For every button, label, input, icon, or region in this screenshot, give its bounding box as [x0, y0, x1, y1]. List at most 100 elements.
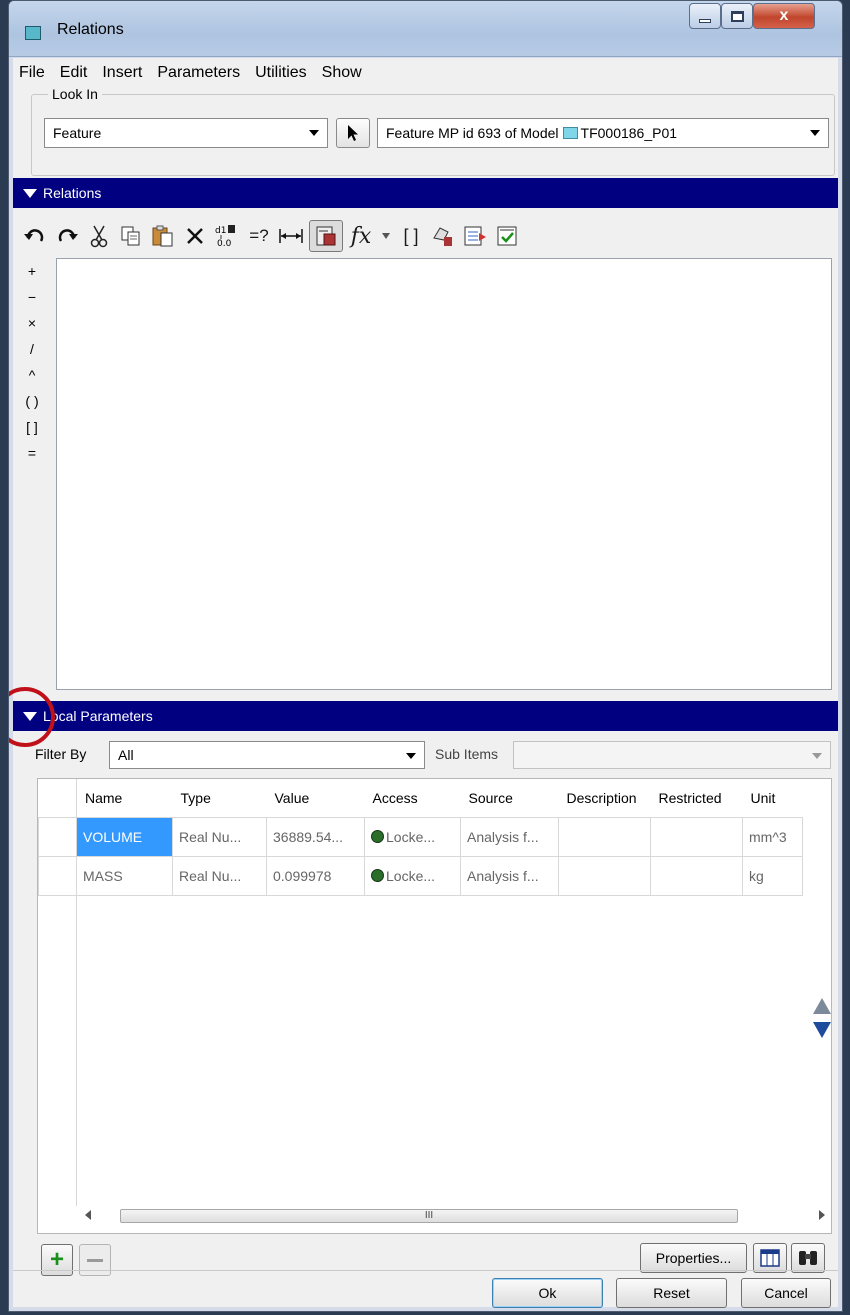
table-row[interactable]: VOLUME Real Nu... 36889.54... Locke... A…	[38, 816, 803, 857]
column-header-access[interactable]: Access	[364, 779, 461, 817]
operator-equals[interactable]: =	[13, 440, 51, 466]
add-parameter-button[interactable]: +	[41, 1244, 73, 1276]
column-header-description[interactable]: Description	[558, 779, 651, 817]
cut-icon[interactable]	[85, 220, 113, 252]
move-down-icon[interactable]	[813, 1022, 831, 1038]
move-up-icon[interactable]	[813, 998, 831, 1014]
menu-insert[interactable]: Insert	[102, 64, 142, 82]
cell-source[interactable]: Analysis f...	[460, 855, 559, 896]
title-bar[interactable]: Relations x	[9, 1, 842, 57]
delete-icon[interactable]	[181, 220, 209, 252]
relations-editor[interactable]	[56, 258, 832, 690]
operator-minus[interactable]: −	[13, 284, 51, 310]
cell-restricted[interactable]	[650, 816, 743, 857]
cell-type[interactable]: Real Nu...	[172, 855, 267, 896]
reorder-arrows	[813, 998, 831, 1038]
relations-toolbar: d1 0.0 =? fx [ ]	[13, 216, 838, 256]
insert-dimension-icon[interactable]	[277, 220, 305, 252]
minimize-icon	[699, 19, 711, 23]
menu-utilities[interactable]: Utilities	[255, 64, 307, 82]
filter-by-select[interactable]: All	[109, 741, 425, 769]
sub-items-select[interactable]	[513, 741, 831, 769]
row-header[interactable]	[38, 816, 77, 857]
operator-power[interactable]: ^	[13, 362, 51, 388]
column-header-value[interactable]: Value	[266, 779, 365, 817]
cell-unit[interactable]: mm^3	[742, 816, 803, 857]
cell-name[interactable]: VOLUME	[76, 816, 173, 857]
remove-parameter-button[interactable]	[79, 1244, 111, 1276]
verify-icon[interactable]	[461, 220, 489, 252]
find-button[interactable]	[791, 1243, 825, 1273]
menu-parameters[interactable]: Parameters	[157, 64, 240, 82]
cell-source[interactable]: Analysis f...	[460, 816, 559, 857]
close-button[interactable]: x	[753, 3, 815, 29]
scroll-left-icon[interactable]	[84, 1210, 92, 1220]
ok-button[interactable]: Ok	[492, 1278, 603, 1308]
cursor-arrow-icon	[348, 125, 358, 141]
select-item-button[interactable]	[336, 118, 370, 148]
scroll-right-icon[interactable]	[818, 1210, 826, 1220]
relations-window: Relations x File Edit Insert Parameters …	[8, 0, 843, 1312]
relations-section-header[interactable]: Relations	[13, 178, 838, 208]
column-header-restricted[interactable]: Restricted	[650, 779, 743, 817]
svg-text:d1: d1	[215, 226, 226, 236]
look-in-type-value: Feature	[53, 125, 102, 141]
operator-brackets[interactable]: [ ]	[13, 414, 51, 440]
collapse-triangle-icon[interactable]	[23, 711, 37, 721]
cell-name[interactable]: MASS	[76, 855, 173, 896]
operator-multiply[interactable]: ×	[13, 310, 51, 336]
switch-dims-icon[interactable]: d1 0.0	[213, 220, 241, 252]
menu-show[interactable]: Show	[322, 64, 362, 82]
cell-restricted[interactable]	[650, 855, 743, 896]
undo-icon[interactable]	[21, 220, 49, 252]
cell-unit[interactable]: kg	[742, 855, 803, 896]
cell-description[interactable]	[558, 816, 651, 857]
cell-access-text: Locke...	[386, 828, 436, 845]
look-in-type-select[interactable]: Feature	[44, 118, 328, 148]
operator-parentheses[interactable]: ( )	[13, 388, 51, 414]
table-row[interactable]: MASS Real Nu... 0.099978 Locke... Analys…	[38, 855, 803, 896]
collapse-triangle-icon[interactable]	[23, 188, 37, 198]
copy-icon[interactable]	[117, 220, 145, 252]
cell-access[interactable]: Locke...	[364, 816, 461, 857]
maximize-button[interactable]	[721, 3, 753, 29]
look-in-group: Look In Feature Feature MP id 693 of Mod…	[31, 86, 835, 176]
check-icon[interactable]	[493, 220, 521, 252]
operator-palette: + − × / ^ ( ) [ ] =	[13, 258, 51, 466]
column-header-source[interactable]: Source	[460, 779, 559, 817]
scroll-thumb[interactable]: III	[120, 1209, 738, 1223]
evaluate-icon[interactable]: =?	[245, 220, 273, 252]
minimize-button[interactable]	[689, 3, 721, 29]
footer-divider	[13, 1270, 838, 1271]
function-icon[interactable]: fx	[347, 220, 375, 252]
cell-access[interactable]: Locke...	[364, 855, 461, 896]
display-values-icon[interactable]	[309, 220, 343, 252]
lock-icon	[371, 868, 384, 882]
menu-bar: File Edit Insert Parameters Utilities Sh…	[13, 58, 838, 88]
column-header-type[interactable]: Type	[172, 779, 267, 817]
function-dropdown-icon[interactable]	[379, 220, 393, 252]
column-header-unit[interactable]: Unit	[742, 779, 803, 817]
redo-icon[interactable]	[53, 220, 81, 252]
column-header-name[interactable]: Name	[76, 779, 173, 817]
horizontal-scrollbar[interactable]: III	[78, 1205, 830, 1225]
menu-edit[interactable]: Edit	[60, 64, 88, 82]
cell-description[interactable]	[558, 855, 651, 896]
brackets-icon[interactable]: [ ]	[397, 220, 425, 252]
cell-value[interactable]: 0.099978	[266, 855, 365, 896]
operator-divide[interactable]: /	[13, 336, 51, 362]
table-columns-button[interactable]	[753, 1243, 787, 1273]
paste-icon[interactable]	[149, 220, 177, 252]
cell-type[interactable]: Real Nu...	[172, 816, 267, 857]
row-header[interactable]	[38, 855, 77, 896]
look-in-label: Look In	[48, 86, 102, 102]
menu-file[interactable]: File	[19, 64, 45, 82]
sort-icon[interactable]	[429, 220, 457, 252]
local-parameters-section-header[interactable]: Local Parameters	[9, 687, 838, 747]
reset-button[interactable]: Reset	[616, 1278, 727, 1308]
operator-plus[interactable]: +	[13, 258, 51, 284]
properties-button[interactable]: Properties...	[640, 1243, 747, 1273]
cell-value[interactable]: 36889.54...	[266, 816, 365, 857]
cancel-button[interactable]: Cancel	[741, 1278, 831, 1308]
look-in-target-select[interactable]: Feature MP id 693 of Model TF000186_P01	[377, 118, 829, 148]
